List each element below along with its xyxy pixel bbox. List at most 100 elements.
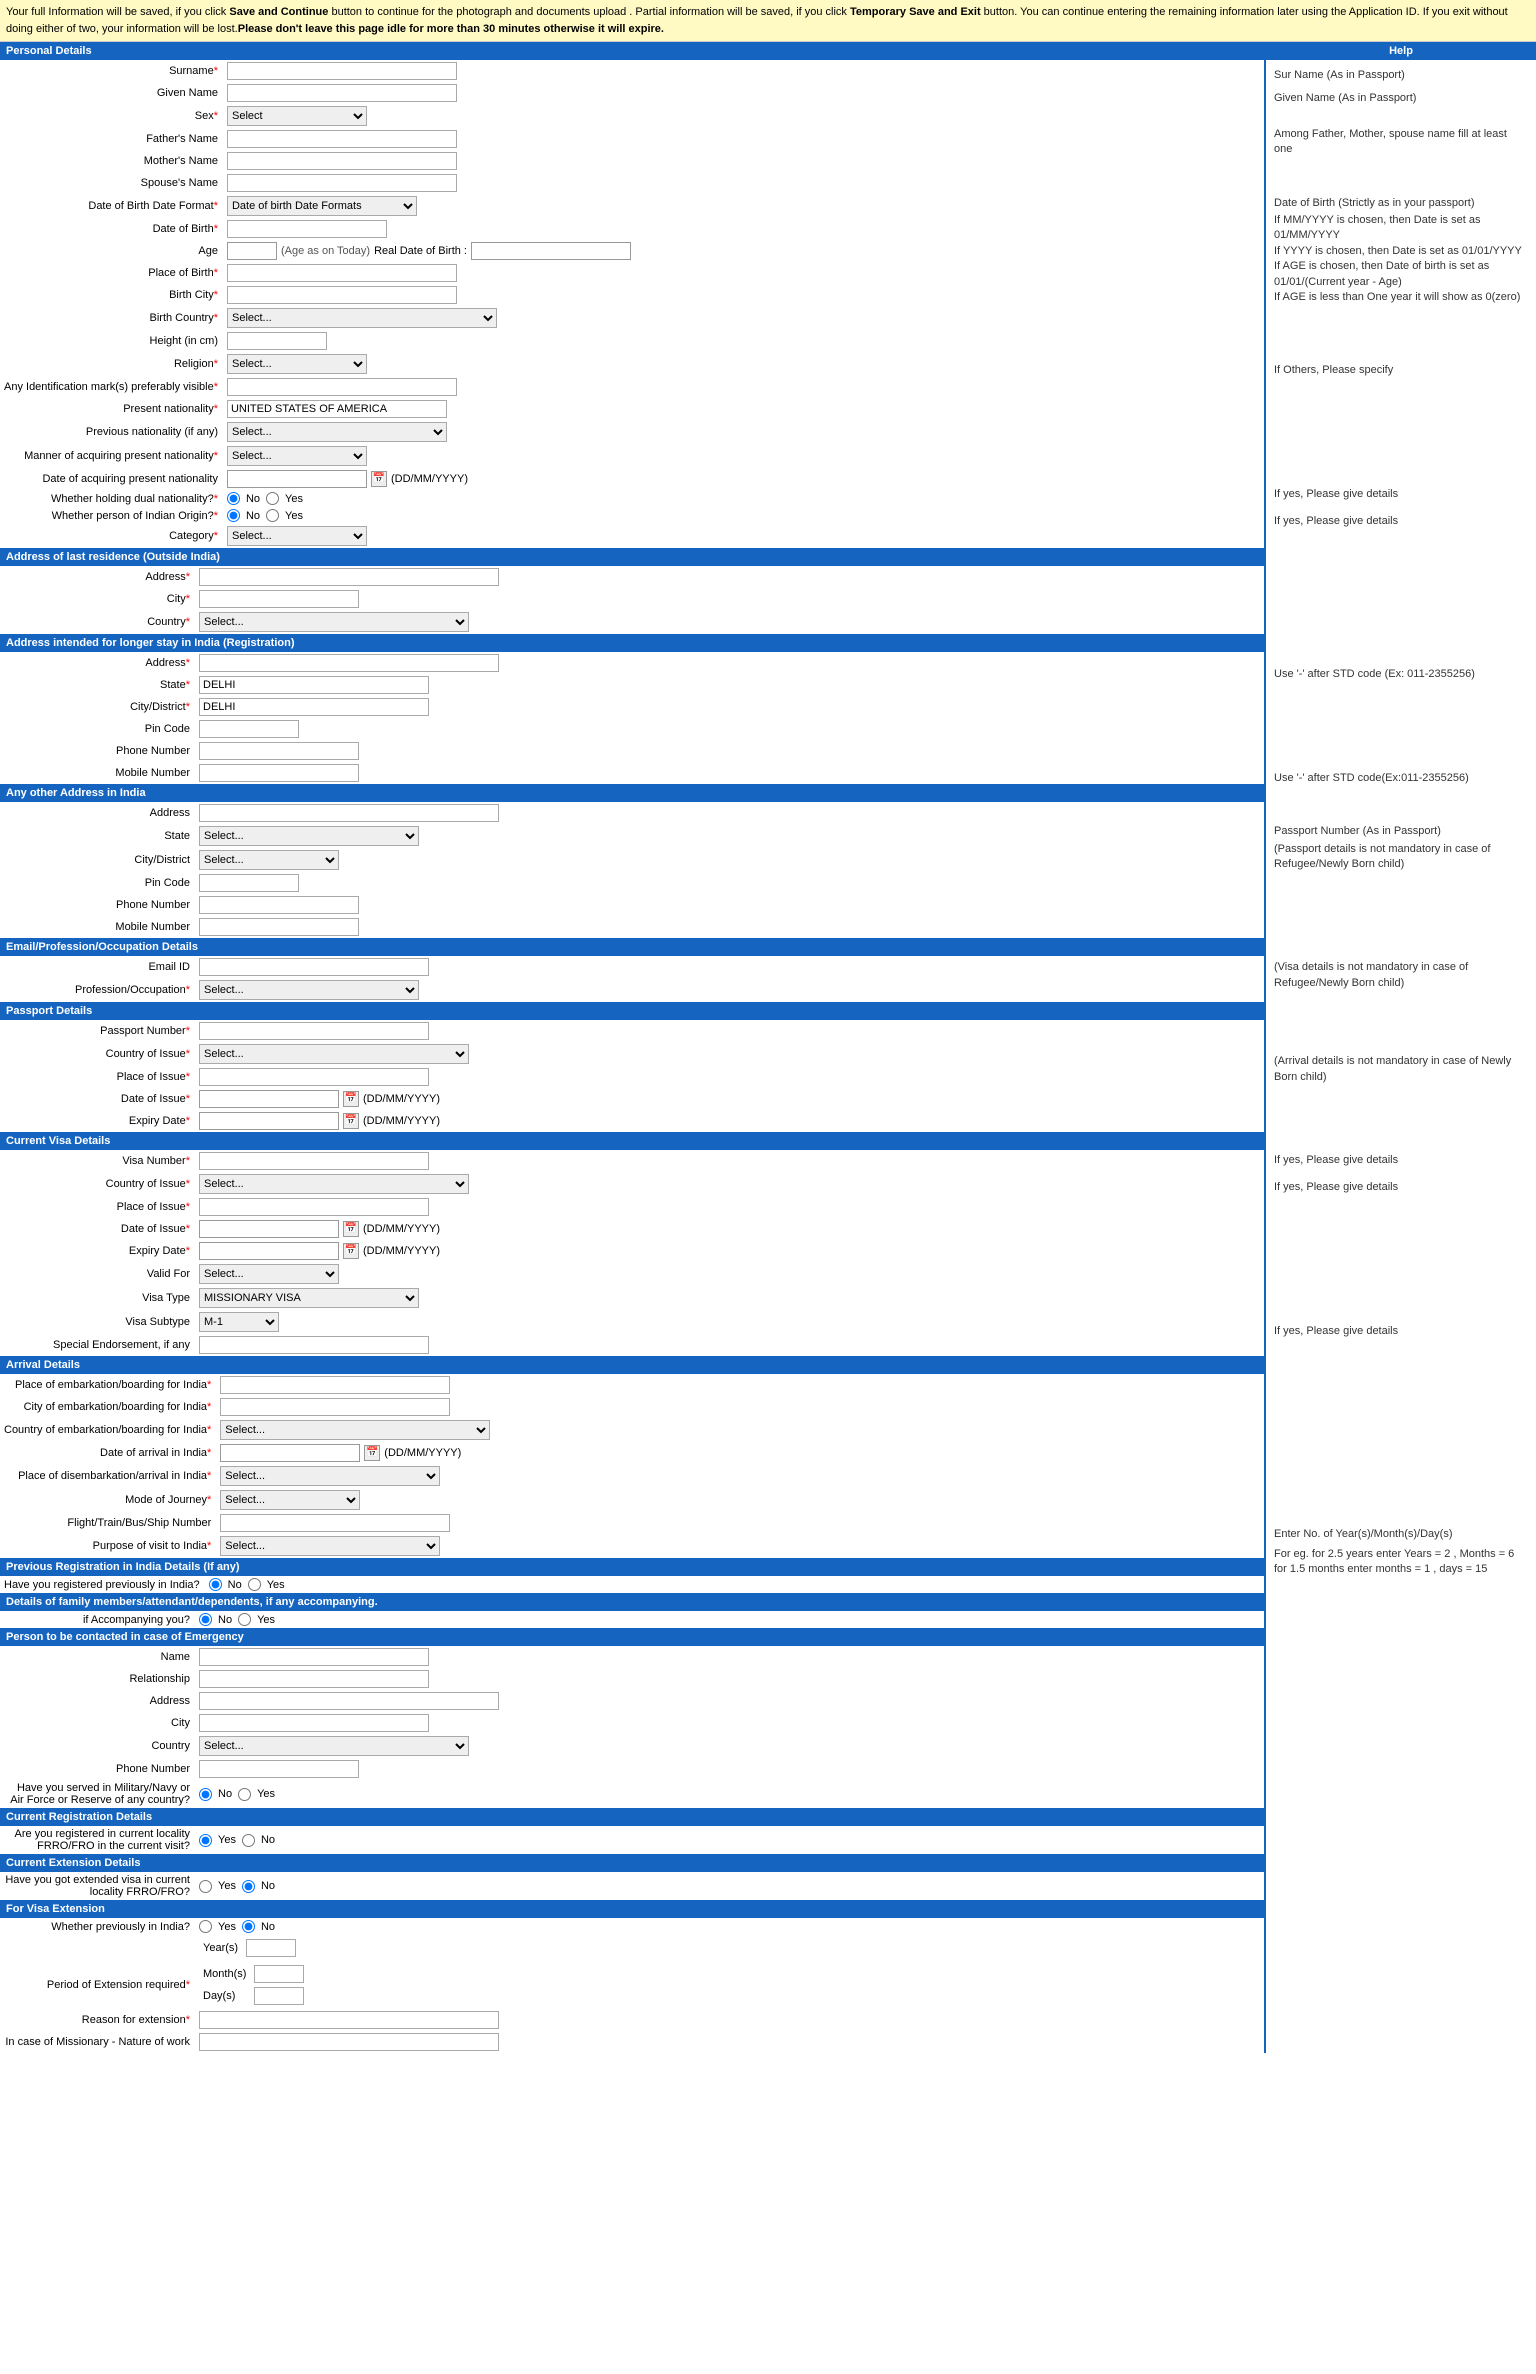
valid-for-select[interactable]: Select... 1 Year 2 Years 5 Years 10 Year… — [199, 1264, 339, 1284]
place-embarkation-input[interactable] — [220, 1376, 450, 1394]
emergency-country-select[interactable]: Select... INDIA USA UK — [199, 1736, 469, 1756]
purpose-visit-select[interactable]: Select... Tourism Business Medical Missi… — [220, 1536, 440, 1556]
indian-origin-no-radio[interactable] — [227, 509, 240, 522]
reg-pin-input[interactable] — [199, 720, 299, 738]
passport-issue-calendar-icon[interactable]: 📅 — [343, 1091, 359, 1107]
place-disembarkation-select[interactable]: Select... DELHI MUMBAI — [220, 1466, 440, 1486]
sex-select[interactable]: Select Male Female Others — [227, 106, 367, 126]
dob-format-select[interactable]: Date of birth Date Formats DD/MM/YYYY MM… — [227, 196, 417, 216]
frro-no-radio[interactable] — [242, 1834, 255, 1847]
previous-nationality-select[interactable]: Select... INDIA USA — [227, 422, 447, 442]
days-input[interactable] — [254, 1987, 304, 2005]
info-banner: Your full Information will be saved, if … — [0, 0, 1536, 42]
visa-issue-calendar-icon[interactable]: 📅 — [343, 1221, 359, 1237]
months-input[interactable] — [254, 1965, 304, 1983]
accompanying-no-radio[interactable] — [199, 1613, 212, 1626]
outside-city-input[interactable] — [199, 590, 359, 608]
accompanying-input-cell: No Yes — [195, 1611, 1264, 1628]
emergency-address-input[interactable] — [199, 1692, 499, 1710]
emergency-city-input[interactable] — [199, 1714, 429, 1732]
passport-expiry-calendar-icon[interactable]: 📅 — [343, 1113, 359, 1129]
other-mobile-input[interactable] — [199, 918, 359, 936]
emergency-name-input[interactable] — [199, 1648, 429, 1666]
passport-country-select[interactable]: Select... INDIA USA UK — [199, 1044, 469, 1064]
height-input[interactable] — [227, 332, 327, 350]
reason-ext-input[interactable] — [199, 2011, 499, 2029]
visa-expiry-calendar-icon[interactable]: 📅 — [343, 1243, 359, 1259]
birth-country-select[interactable]: Select... INDIA USA UK — [227, 308, 497, 328]
other-state-select[interactable]: Select... DELHI MAHARASHTRA — [199, 826, 419, 846]
passport-issue-date-input[interactable] — [199, 1090, 339, 1108]
given-name-input[interactable] — [227, 84, 457, 102]
category-select[interactable]: Select... General SC ST OBC — [227, 526, 367, 546]
visa-number-input[interactable] — [199, 1152, 429, 1170]
passport-place-input[interactable] — [199, 1068, 429, 1086]
visa-expiry-format-label: (DD/MM/YYYY) — [363, 1245, 440, 1257]
id-marks-input[interactable] — [227, 378, 457, 396]
other-phone-input[interactable] — [199, 896, 359, 914]
mothers-name-label: Mother's Name — [0, 150, 223, 172]
reg-city-input[interactable] — [199, 698, 429, 716]
military-no-radio[interactable] — [199, 1788, 212, 1801]
spouses-name-input[interactable] — [227, 174, 457, 192]
other-city-select[interactable]: Select... DELHI MUMBAI — [199, 850, 339, 870]
prev-reg-yes-radio[interactable] — [248, 1578, 261, 1591]
frro-yes-radio[interactable] — [199, 1834, 212, 1847]
dual-nationality-yes-radio[interactable] — [266, 492, 279, 505]
outside-country-select[interactable]: Select... INDIA USA UK — [199, 612, 469, 632]
date-arrival-calendar-icon[interactable]: 📅 — [364, 1445, 380, 1461]
visa-country-select[interactable]: Select... INDIA USA — [199, 1174, 469, 1194]
profession-select[interactable]: Select... Business Service Student Missi… — [199, 980, 419, 1000]
years-input[interactable] — [246, 1939, 296, 1957]
accompanying-yes-radio[interactable] — [238, 1613, 251, 1626]
extended-label: Have you got extended visa in current lo… — [0, 1872, 195, 1900]
previously-india-yes-radio[interactable] — [199, 1920, 212, 1933]
other-pin-input[interactable] — [199, 874, 299, 892]
missionary-nature-input[interactable] — [199, 2033, 499, 2051]
manner-acquiring-select[interactable]: Select... By Birth By Naturalization By … — [227, 446, 367, 466]
country-embarkation-select[interactable]: Select... INDIA USA UK — [220, 1420, 490, 1440]
visa-subtype-select[interactable]: M-1 M-2 M-3 — [199, 1312, 279, 1332]
passport-number-input[interactable] — [199, 1022, 429, 1040]
emergency-relationship-input[interactable] — [199, 1670, 429, 1688]
email-input[interactable] — [199, 958, 429, 976]
outside-address-input[interactable] — [199, 568, 499, 586]
visa-issue-date-input[interactable] — [199, 1220, 339, 1238]
place-birth-input[interactable] — [227, 264, 457, 282]
reg-mobile-input[interactable] — [199, 764, 359, 782]
real-dob-input[interactable] — [471, 242, 631, 260]
reg-phone-input[interactable] — [199, 742, 359, 760]
help-surname-text: Sur Name (As in Passport) — [1274, 68, 1528, 83]
religion-select[interactable]: Select... Hindu Muslim Christian Sikh Bu… — [227, 354, 367, 374]
age-input[interactable] — [227, 242, 277, 260]
prev-reg-no-radio[interactable] — [209, 1578, 222, 1591]
previously-india-no-radio[interactable] — [242, 1920, 255, 1933]
birth-city-input[interactable] — [227, 286, 457, 304]
other-address-input[interactable] — [199, 804, 499, 822]
date-arrival-input[interactable] — [220, 1444, 360, 1462]
surname-input[interactable] — [227, 62, 457, 80]
reg-state-label: State* — [0, 674, 195, 696]
passport-expiry-input[interactable] — [199, 1112, 339, 1130]
mode-journey-select[interactable]: Select... Air Sea Land Rail — [220, 1490, 360, 1510]
date-acquiring-input[interactable] — [227, 470, 367, 488]
city-embarkation-input[interactable] — [220, 1398, 450, 1416]
reg-state-input[interactable] — [199, 676, 429, 694]
emergency-phone-input[interactable] — [199, 1760, 359, 1778]
fathers-name-input[interactable] — [227, 130, 457, 148]
dob-input[interactable] — [227, 220, 387, 238]
reg-address-input[interactable] — [199, 654, 499, 672]
visa-expiry-input[interactable] — [199, 1242, 339, 1260]
visa-place-input[interactable] — [199, 1198, 429, 1216]
date-acquiring-calendar-icon[interactable]: 📅 — [371, 471, 387, 487]
visa-type-select[interactable]: MISSIONARY VISA TOURIST VISA BUSINESS VI… — [199, 1288, 419, 1308]
dual-nationality-no-radio[interactable] — [227, 492, 240, 505]
mothers-name-input[interactable] — [227, 152, 457, 170]
present-nationality-input[interactable] — [227, 400, 447, 418]
extended-no-radio[interactable] — [242, 1880, 255, 1893]
special-endorsement-input[interactable] — [199, 1336, 429, 1354]
military-yes-radio[interactable] — [238, 1788, 251, 1801]
flight-number-input[interactable] — [220, 1514, 450, 1532]
indian-origin-yes-radio[interactable] — [266, 509, 279, 522]
extended-yes-radio[interactable] — [199, 1880, 212, 1893]
